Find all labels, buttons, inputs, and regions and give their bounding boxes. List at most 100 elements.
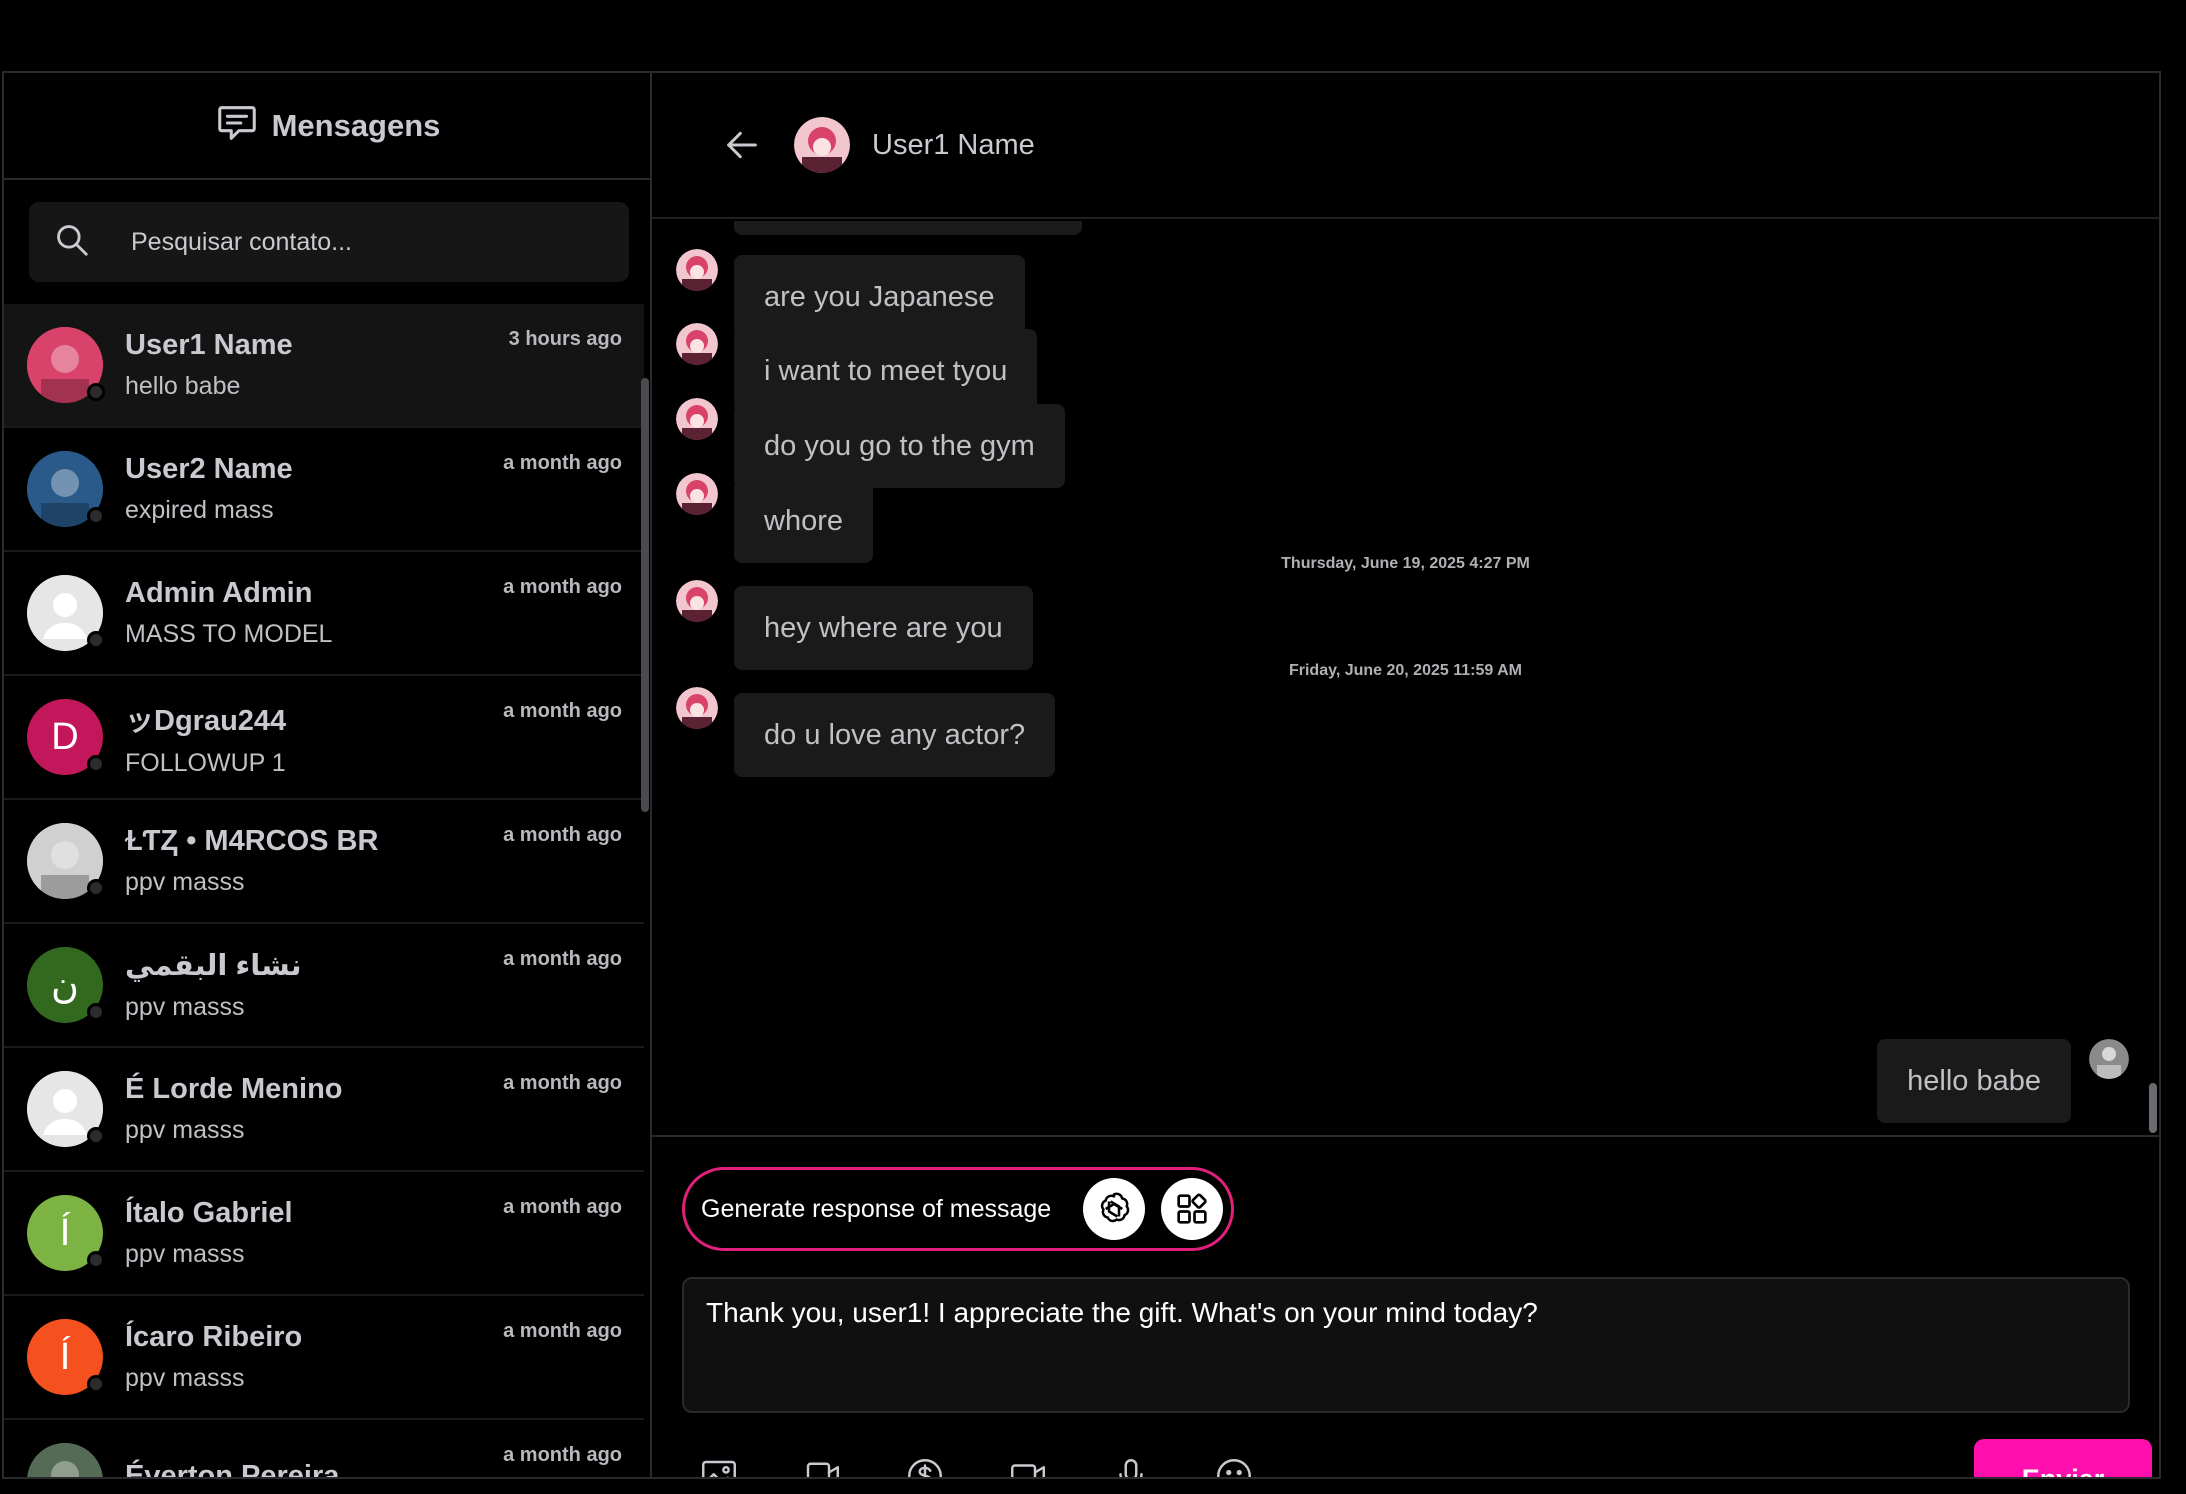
online-status-dot bbox=[87, 1251, 105, 1269]
contact-item[interactable]: É Lorde Menino ppv masss a month ago bbox=[4, 1048, 644, 1172]
contact-name: Ítalo Gabriel bbox=[125, 1197, 293, 1229]
sender-avatar bbox=[676, 687, 718, 729]
contact-item[interactable]: ⱢƬⱫ • M4RCOS BR ppv masss a month ago bbox=[4, 800, 644, 924]
composer-toolbar bbox=[698, 1455, 1255, 1477]
contact-name: Ícaro Ribeiro bbox=[125, 1321, 303, 1353]
contact-timestamp: a month ago bbox=[503, 576, 622, 598]
online-status-dot bbox=[87, 879, 105, 897]
contact-timestamp: a month ago bbox=[503, 1320, 622, 1342]
chat-bubble-icon bbox=[214, 100, 260, 151]
conversations-sidebar: Mensagens User1 Name hello babe 3 hours ag… bbox=[4, 73, 652, 1477]
contact-item[interactable]: Í Ítalo Gabriel ppv masss a month ago bbox=[4, 1172, 644, 1296]
contact-last-message: ppv masss bbox=[125, 1364, 245, 1392]
composer: Generate response of message Thank you, … bbox=[652, 1135, 2159, 1477]
contact-avatar-wrap bbox=[27, 823, 105, 899]
incoming-message: hey where are you bbox=[652, 580, 1033, 670]
message-bubble: do u love any actor? bbox=[734, 693, 1056, 777]
avatar-initial: Í bbox=[59, 1211, 71, 1254]
own-avatar bbox=[2089, 1039, 2129, 1079]
contact-name: Éverton Pereira bbox=[125, 1459, 340, 1478]
emoji-icon[interactable] bbox=[1213, 1455, 1255, 1477]
contact-name: É Lorde Menino bbox=[125, 1073, 343, 1105]
contact-text: É Lorde Menino ppv masss bbox=[125, 1073, 343, 1145]
generate-response-label: Generate response of message bbox=[701, 1194, 1052, 1223]
message-bubble: do you go to the gym bbox=[734, 404, 1065, 488]
contact-last-message: ppv masss bbox=[125, 993, 245, 1021]
dollar-icon[interactable] bbox=[904, 1455, 946, 1477]
screen-share-icon[interactable] bbox=[801, 1455, 843, 1477]
contact-avatar-wrap bbox=[27, 451, 105, 527]
contact-name: ッDgrau244 bbox=[125, 704, 287, 737]
incoming-message: do u love any actor? bbox=[652, 687, 1056, 777]
message-bubble-partial bbox=[734, 221, 1082, 235]
sender-avatar bbox=[676, 249, 718, 291]
ai-generate-button[interactable] bbox=[1083, 1178, 1145, 1240]
contact-avatar-wrap: D bbox=[27, 699, 105, 775]
incoming-message: i want to meet tyou bbox=[652, 323, 1038, 413]
contact-text: Ítalo Gabriel ppv masss bbox=[125, 1197, 293, 1269]
search-input[interactable] bbox=[131, 227, 591, 257]
contact-item[interactable]: Éverton Pereira a month ago bbox=[4, 1420, 644, 1477]
contact-last-message: ppv masss bbox=[125, 868, 245, 896]
chat-panel: User1 Name are you Japanese i want to mee… bbox=[652, 73, 2159, 1477]
image-icon[interactable] bbox=[698, 1455, 740, 1477]
contact-item[interactable]: ن نشاء البقمي ppv masss a month ago bbox=[4, 924, 644, 1048]
messaging-app: Mensagens User1 Name hello babe 3 hours ag… bbox=[2, 71, 2161, 1479]
contact-avatar-wrap bbox=[27, 1443, 103, 1477]
message-input[interactable]: Thank you, user1! I appreciate the gift.… bbox=[682, 1277, 2130, 1413]
contact-name: ⱢƬⱫ • M4RCOS BR bbox=[125, 825, 379, 857]
back-arrow-icon[interactable] bbox=[722, 125, 762, 165]
avatar-initial: Í bbox=[59, 1335, 71, 1378]
search-icon bbox=[29, 221, 91, 264]
date-separator: Friday, June 20, 2025 11:59 AM bbox=[1288, 662, 1522, 679]
contact-list-scrollbar[interactable] bbox=[641, 378, 649, 812]
message-bubble: are you Japanese bbox=[734, 255, 1025, 339]
video-icon[interactable] bbox=[1007, 1455, 1049, 1477]
contact-name: نشاء البقمي bbox=[125, 950, 302, 982]
contact-text: User1 Name hello babe bbox=[125, 329, 293, 401]
contact-text: ッDgrau244 FOLLOWUP 1 bbox=[125, 697, 286, 778]
contact-name: User1 Name bbox=[125, 329, 293, 361]
contact-avatar-wrap: ن bbox=[27, 947, 105, 1023]
incoming-message: whore bbox=[652, 473, 873, 563]
contact-timestamp: 3 hours ago bbox=[508, 328, 622, 350]
contact-timestamp: a month ago bbox=[503, 1444, 622, 1466]
sender-avatar bbox=[676, 580, 718, 622]
send-button[interactable]: Enviar bbox=[1974, 1439, 2152, 1477]
contact-name: Admin Admin bbox=[125, 577, 313, 609]
sidebar-title: Mensagens bbox=[271, 107, 441, 143]
contact-avatar-wrap: Í bbox=[27, 1195, 105, 1271]
message-bubble: hello babe bbox=[1877, 1039, 2071, 1123]
contact-avatar-wrap bbox=[27, 327, 105, 403]
contact-last-message: ppv masss bbox=[125, 1116, 245, 1144]
sender-avatar bbox=[676, 473, 718, 515]
contact-timestamp: a month ago bbox=[503, 452, 622, 474]
contact-avatar-wrap bbox=[27, 575, 105, 651]
contact-timestamp: a month ago bbox=[503, 1196, 622, 1218]
date-separator: Thursday, June 19, 2025 4:27 PM bbox=[1281, 555, 1530, 572]
contact-last-message: expired mass bbox=[125, 496, 274, 524]
contact-timestamp: a month ago bbox=[503, 948, 622, 970]
contact-search[interactable] bbox=[29, 202, 629, 282]
grid-shapes-icon bbox=[1177, 1193, 1207, 1224]
avatar-initial: ن bbox=[51, 964, 79, 1007]
contact-item[interactable]: D ッDgrau244 FOLLOWUP 1 a month ago bbox=[4, 676, 644, 800]
chat-contact-name: User1 Name bbox=[872, 128, 1035, 161]
openai-icon bbox=[1100, 1192, 1130, 1223]
contact-avatar[interactable] bbox=[794, 117, 850, 173]
contact-timestamp: a month ago bbox=[503, 700, 622, 722]
contact-item[interactable]: Í Ícaro Ribeiro ppv masss a month ago bbox=[4, 1296, 644, 1420]
online-status-dot bbox=[87, 507, 105, 525]
contact-text: ⱢƬⱫ • M4RCOS BR ppv masss bbox=[125, 825, 378, 897]
contact-last-message: FOLLOWUP 1 bbox=[125, 748, 286, 777]
microphone-icon[interactable] bbox=[1110, 1455, 1152, 1477]
message-list-scrollbar[interactable] bbox=[2149, 1083, 2157, 1133]
contact-timestamp: a month ago bbox=[503, 1072, 622, 1094]
templates-button[interactable] bbox=[1161, 1178, 1223, 1240]
contact-item[interactable]: Admin Admin MASS TO MODEL a month ago bbox=[4, 552, 644, 676]
online-status-dot bbox=[87, 755, 105, 773]
contact-item[interactable]: User1 Name hello babe 3 hours ago bbox=[4, 304, 644, 428]
contact-text: Admin Admin MASS TO MODEL bbox=[125, 577, 332, 649]
contact-item[interactable]: User2 Name expired mass a month ago bbox=[4, 428, 644, 552]
contact-text: User2 Name expired mass bbox=[125, 453, 293, 525]
